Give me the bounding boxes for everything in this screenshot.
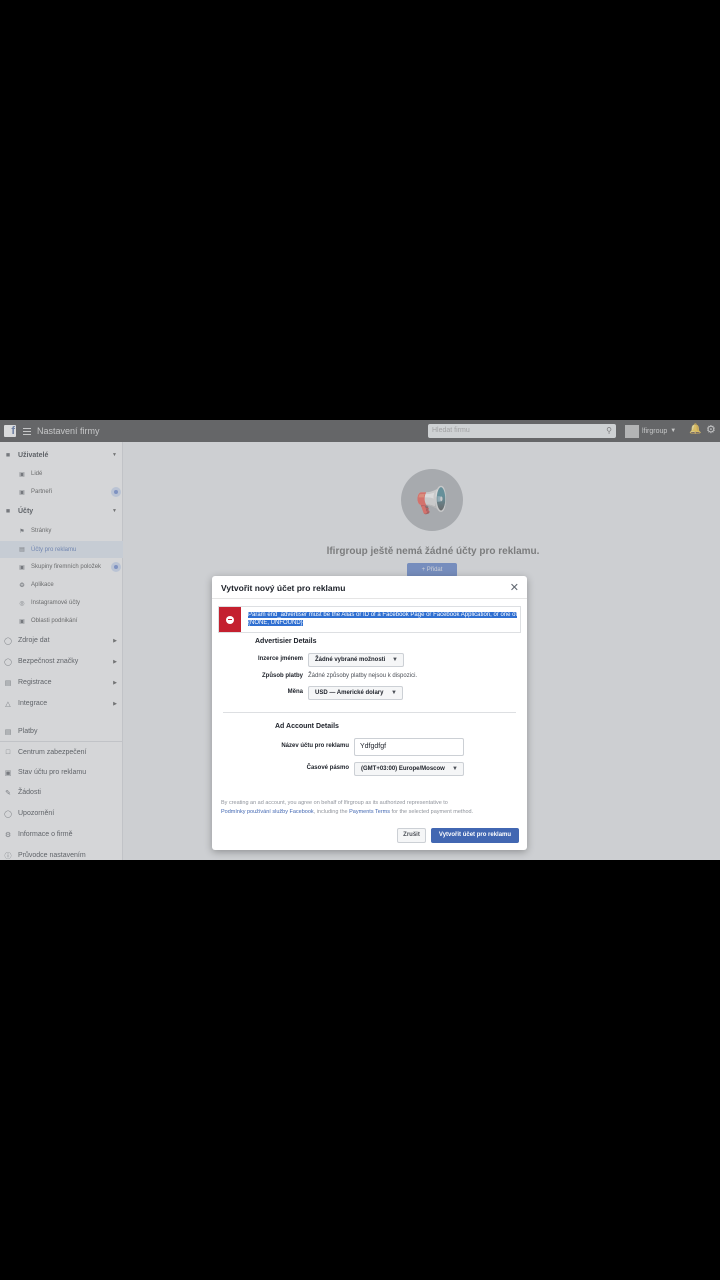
caret-down-icon: ▼ [391, 690, 397, 696]
cancel-button[interactable]: Zrušit [397, 828, 426, 843]
screen: f Nastavení firmy Hledat firmu ⚲ lfirgro… [0, 420, 720, 860]
currency-select[interactable]: USD — Americké dolary ▼ [308, 686, 403, 700]
advertiser-section-title: Advertisier Details [255, 638, 317, 645]
create-ad-account-button[interactable]: Vytvořit účet pro reklamu [431, 828, 519, 843]
currency-label: Měna [287, 689, 303, 695]
account-name-label: Název účtu pro reklamu [281, 743, 349, 749]
close-icon[interactable]: ✕ [510, 581, 519, 594]
timezone-label: Časové pásmo [306, 765, 349, 771]
payment-method-label: Způsob platby [262, 673, 303, 679]
advertise-as-label: Inzerce jménem [257, 656, 303, 662]
currency-value: USD — Americké dolary [315, 690, 384, 696]
dialog-title: Vytvořit nový účet pro reklamu [221, 583, 346, 593]
error-message: Param end_advertiser must be the Alias o… [248, 611, 518, 627]
error-message-text: Param end_advertiser must be the Alias o… [248, 612, 518, 626]
caret-down-icon: ▼ [452, 766, 458, 772]
legal-text: By creating an ad account, you agree on … [221, 799, 521, 816]
error-icon [226, 615, 234, 624]
account-name-input[interactable]: Ydfgdfgf [354, 738, 464, 756]
advertise-as-select[interactable]: Žádné vybrané možnosti ▼ [308, 653, 404, 667]
divider [212, 598, 527, 599]
error-banner: Param end_advertiser must be the Alias o… [218, 606, 521, 633]
error-indicator [219, 607, 241, 632]
payments-terms-link[interactable]: Payments Terms [349, 809, 390, 815]
advertise-as-value: Žádné vybrané možnosti [315, 657, 386, 663]
create-ad-account-dialog: Vytvořit nový účet pro reklamu ✕ Param e… [212, 576, 527, 850]
caret-down-icon: ▼ [392, 657, 398, 663]
ad-account-section-title: Ad Account Details [275, 723, 339, 730]
payment-method-value: Žádné způsoby platby nejsou k dispozici. [308, 673, 418, 679]
section-divider [223, 712, 516, 713]
timezone-value: (GMT+03:00) Europe/Moscow [361, 766, 445, 772]
legal-prefix: By creating an ad account, you agree on … [221, 800, 448, 806]
legal-mid: , including the [313, 808, 348, 815]
facebook-terms-link[interactable]: Podmínky používání služby Facebook [221, 809, 314, 815]
timezone-select[interactable]: (GMT+03:00) Europe/Moscow ▼ [354, 762, 464, 776]
legal-suffix: for the selected payment method. [391, 808, 474, 815]
